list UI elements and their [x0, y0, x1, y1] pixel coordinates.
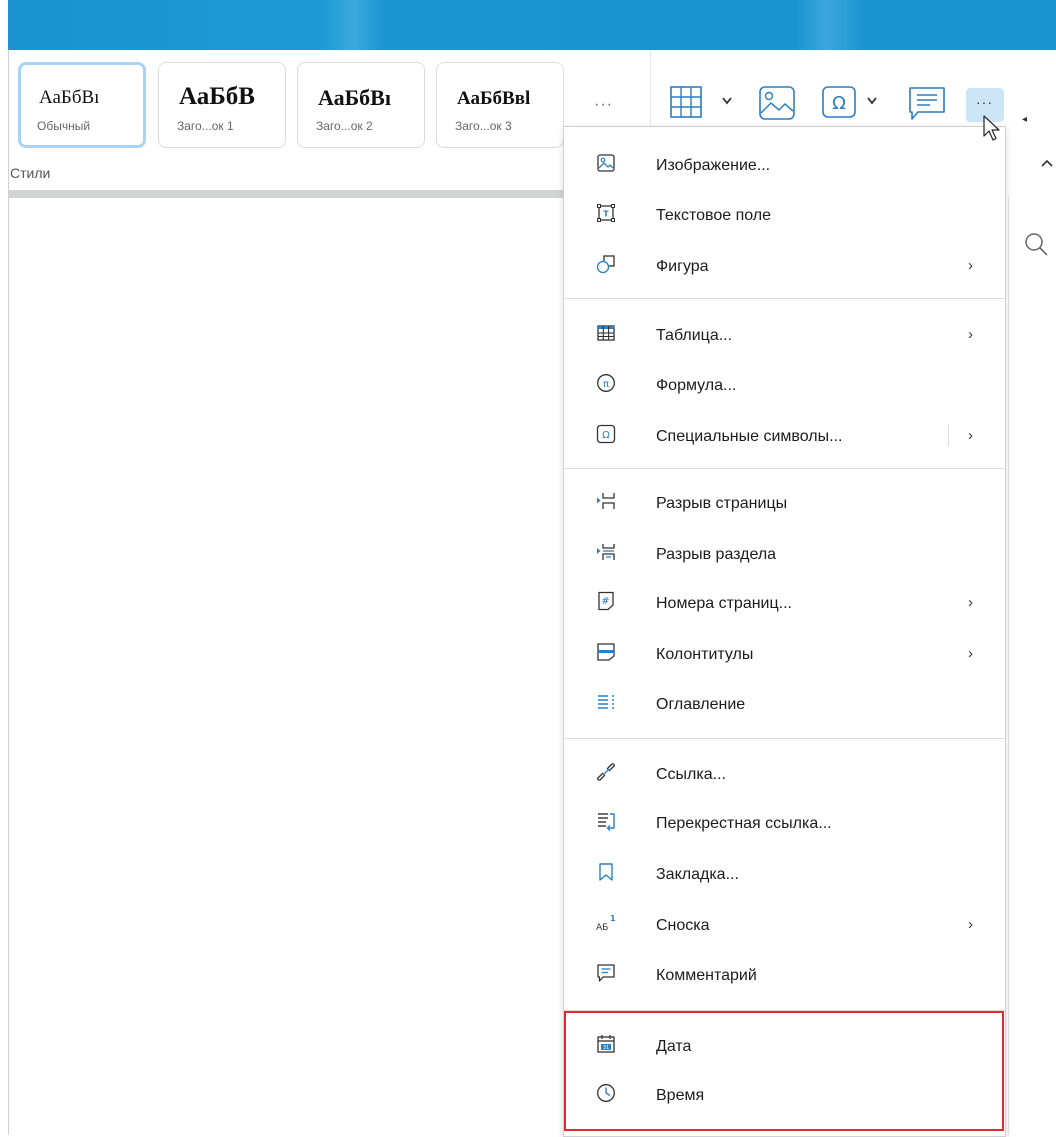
svg-text:Ω: Ω	[602, 430, 610, 441]
bookmark-icon	[599, 863, 613, 881]
menu-item-label: Колонтитулы	[656, 646, 754, 663]
collapse-ribbon-icon[interactable]	[1040, 158, 1054, 168]
menu-item-label: Сноска	[656, 917, 710, 934]
menu-item-label: Номера страниц...	[656, 595, 792, 612]
text-box-icon: T	[597, 204, 615, 222]
style-sample: АаБбВı	[318, 85, 391, 110]
section-break-icon	[597, 544, 615, 560]
link-icon	[596, 763, 616, 781]
menu-item-label: Разрыв страницы	[656, 495, 788, 512]
search-icon[interactable]	[1024, 232, 1050, 258]
more-icon: ···	[976, 94, 993, 110]
menu-item-formula[interactable]: π Формула...	[564, 363, 1005, 409]
mouse-cursor-icon	[983, 115, 1000, 141]
menu-item-table-of-contents[interactable]: Оглавление	[564, 682, 1005, 728]
styles-group-label: Стили	[10, 165, 51, 181]
svg-text:π: π	[603, 379, 609, 390]
menu-item-label: Текстовое поле	[656, 207, 772, 224]
style-card-normal[interactable]: АаБбВı Обычный	[18, 62, 146, 148]
svg-text:T: T	[603, 210, 609, 219]
image-icon	[597, 154, 615, 172]
menu-item-section-break[interactable]: Разрыв раздела	[564, 532, 1005, 578]
menu-item-label: Оглавление	[656, 696, 746, 713]
chevron-down-icon[interactable]	[721, 96, 733, 106]
menu-item-image[interactable]: Изображение...	[564, 143, 1005, 189]
svg-text:#: #	[601, 596, 609, 607]
menu-item-label: Закладка...	[656, 866, 739, 883]
footnote-icon: АБ 1	[596, 914, 616, 933]
style-card-heading-2[interactable]: АаБбВı Заго...ок 2	[297, 62, 425, 148]
menu-item-special-symbols[interactable]: Ω Специальные символы... ›	[564, 414, 1005, 460]
menu-separator	[564, 738, 1005, 739]
toc-icon	[598, 695, 614, 709]
special-symbol-icon: Ω	[596, 424, 616, 444]
table-icon[interactable]	[670, 86, 704, 118]
menu-item-comment[interactable]: Комментарий	[564, 953, 1005, 999]
page-break-icon	[597, 493, 615, 509]
submenu-divider	[948, 424, 949, 446]
footnote-icon-text: АБ	[596, 923, 608, 933]
style-name: Заго...ок 1	[177, 119, 234, 133]
highlight-frame	[564, 1011, 1004, 1131]
menu-item-text-box[interactable]: T Текстовое поле	[564, 193, 1005, 239]
comment-icon[interactable]	[908, 86, 946, 122]
menu-item-footnote[interactable]: АБ 1 Сноска ›	[564, 903, 1005, 949]
menu-item-label: Специальные символы...	[656, 428, 843, 445]
menu-item-label: Фигура	[656, 258, 709, 275]
submenu-arrow-icon: ›	[968, 594, 973, 611]
footnote-icon-sup: 1	[610, 914, 616, 923]
menu-item-page-break[interactable]: Разрыв страницы	[564, 481, 1005, 527]
side-panel-border	[1008, 196, 1009, 1135]
chevron-down-icon[interactable]	[866, 96, 878, 106]
style-name: Заго...ок 2	[316, 119, 373, 133]
style-card-heading-1[interactable]: АаБбВ Заго...ок 1	[158, 62, 286, 148]
menu-item-label: Перекрестная ссылка...	[656, 815, 832, 832]
menu-item-label: Изображение...	[656, 157, 771, 174]
style-name: Обычный	[37, 119, 91, 133]
submenu-arrow-icon: ›	[968, 326, 973, 343]
svg-text:Ω: Ω	[832, 93, 846, 114]
style-sample: АаБбВ	[179, 83, 255, 110]
menu-item-link[interactable]: Ссылка...	[564, 752, 1005, 798]
special-symbol-icon[interactable]: Ω	[822, 86, 856, 118]
submenu-arrow-icon: ›	[968, 916, 973, 933]
menu-separator	[564, 468, 1005, 469]
submenu-arrow-icon: ›	[968, 645, 973, 662]
header-footer-icon	[597, 643, 615, 661]
page-numbers-icon: #	[598, 591, 614, 611]
style-name: Заго...ок 3	[455, 119, 512, 133]
comment-icon	[597, 964, 615, 982]
menu-item-page-numbers[interactable]: # Номера страниц... ›	[564, 581, 1005, 627]
formula-icon: π	[597, 374, 615, 392]
style-card-heading-3[interactable]: АаБбВвl Заго...ок 3	[436, 62, 564, 148]
table-icon	[597, 325, 615, 341]
scroll-right-icon[interactable]: ◂	[1022, 114, 1027, 125]
more-styles-button[interactable]: ···	[594, 96, 613, 114]
menu-item-bookmark[interactable]: Закладка...	[564, 852, 1005, 898]
menu-item-label: Комментарий	[656, 967, 757, 984]
image-icon[interactable]	[759, 86, 795, 120]
menu-item-label: Ссылка...	[656, 766, 726, 783]
insert-more-menu: Изображение... T Текстовое поле Фигура ›	[563, 126, 1006, 1137]
menu-item-label: Разрыв раздела	[656, 546, 777, 563]
menu-separator	[564, 298, 1005, 299]
ruler-strip	[9, 190, 569, 198]
submenu-arrow-icon[interactable]: ›	[968, 427, 973, 444]
submenu-arrow-icon: ›	[968, 257, 973, 274]
menu-item-label: Таблица...	[656, 327, 733, 344]
style-sample: АаБбВı	[39, 87, 100, 108]
menu-item-label: Формула...	[656, 377, 737, 394]
title-bar	[8, 0, 1056, 50]
style-sample: АаБбВвl	[457, 88, 531, 109]
cross-reference-icon	[598, 813, 615, 831]
window-left-edge	[0, 0, 9, 1135]
menu-item-cross-reference[interactable]: Перекрестная ссылка...	[564, 801, 1005, 847]
menu-item-header-footer[interactable]: Колонтитулы ›	[564, 632, 1005, 678]
menu-item-shape[interactable]: Фигура ›	[564, 244, 1005, 290]
menu-item-table[interactable]: Таблица... ›	[564, 313, 1005, 359]
shape-icon	[596, 255, 615, 274]
